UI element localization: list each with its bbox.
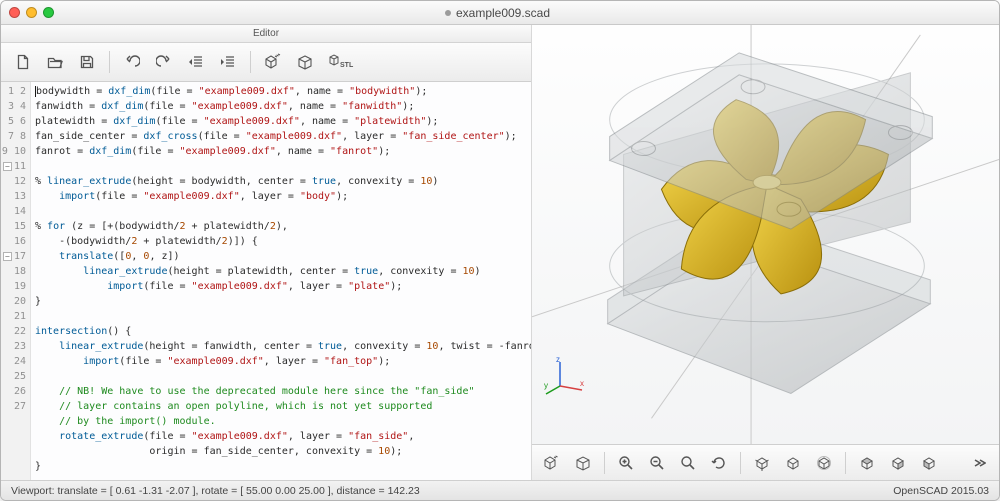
view-front-button[interactable] <box>884 449 912 477</box>
viewport-status-text: Viewport: translate = [ 0.61 -1.31 -2.07… <box>11 485 420 497</box>
code-area[interactable]: bodywidth = dxf_dim(file = "example009.d… <box>31 82 531 480</box>
perspective-button[interactable] <box>779 449 807 477</box>
redo-button[interactable] <box>150 48 178 76</box>
preview-button[interactable] <box>259 48 287 76</box>
app-version-text: OpenSCAD 2015.03 <box>893 485 989 497</box>
svg-text:y: y <box>544 381 548 390</box>
close-window-button[interactable] <box>9 7 20 18</box>
line-number-gutter: 1 2 3 4 5 6 7 8 9 10 −11 12 13 14 15 16 … <box>1 82 31 480</box>
axis-gizmo: z y x <box>544 356 586 398</box>
zoom-window-button[interactable] <box>43 7 54 18</box>
unindent-button[interactable] <box>182 48 210 76</box>
status-bar: Viewport: translate = [ 0.61 -1.31 -2.07… <box>1 480 999 500</box>
toolbar-overflow-button[interactable] <box>965 449 993 477</box>
svg-text:STL: STL <box>340 62 354 69</box>
viewer-pane: z y x <box>532 25 999 480</box>
viewer-preview-button[interactable] <box>538 449 566 477</box>
save-button[interactable] <box>73 48 101 76</box>
document-modified-icon <box>445 10 451 16</box>
svg-text:z: z <box>556 356 560 364</box>
editor-pane: Editor STL 1 2 3 4 5 6 7 8 9 10 −11 12 1… <box>1 25 532 480</box>
viewer-toolbar <box>532 444 999 481</box>
editor-pane-title: Editor <box>1 25 531 43</box>
3d-viewport[interactable]: z y x <box>532 25 999 444</box>
reset-view-button[interactable] <box>705 449 733 477</box>
export-stl-button[interactable]: STL <box>323 48 357 76</box>
traffic-lights <box>9 7 54 18</box>
zoom-fit-button[interactable] <box>674 449 702 477</box>
editor-toolbar: STL <box>1 43 531 82</box>
viewer-render-button[interactable] <box>569 449 597 477</box>
orthogonal-button[interactable] <box>810 449 838 477</box>
window-title: example009.scad <box>54 6 941 20</box>
zoom-out-button[interactable] <box>643 449 671 477</box>
view-top-button[interactable] <box>853 449 881 477</box>
new-button[interactable] <box>9 48 37 76</box>
titlebar: example009.scad <box>1 1 999 25</box>
minimize-window-button[interactable] <box>26 7 37 18</box>
indent-button[interactable] <box>214 48 242 76</box>
view-side-button[interactable] <box>915 449 943 477</box>
render-canvas[interactable] <box>532 25 999 444</box>
render-button[interactable] <box>291 48 319 76</box>
zoom-in-button[interactable] <box>612 449 640 477</box>
undo-button[interactable] <box>118 48 146 76</box>
svg-text:x: x <box>580 379 584 388</box>
open-button[interactable] <box>41 48 69 76</box>
app-window: example009.scad Editor STL 1 <box>0 0 1000 501</box>
show-axes-button[interactable] <box>748 449 776 477</box>
code-editor[interactable]: 1 2 3 4 5 6 7 8 9 10 −11 12 13 14 15 16 … <box>1 82 531 480</box>
